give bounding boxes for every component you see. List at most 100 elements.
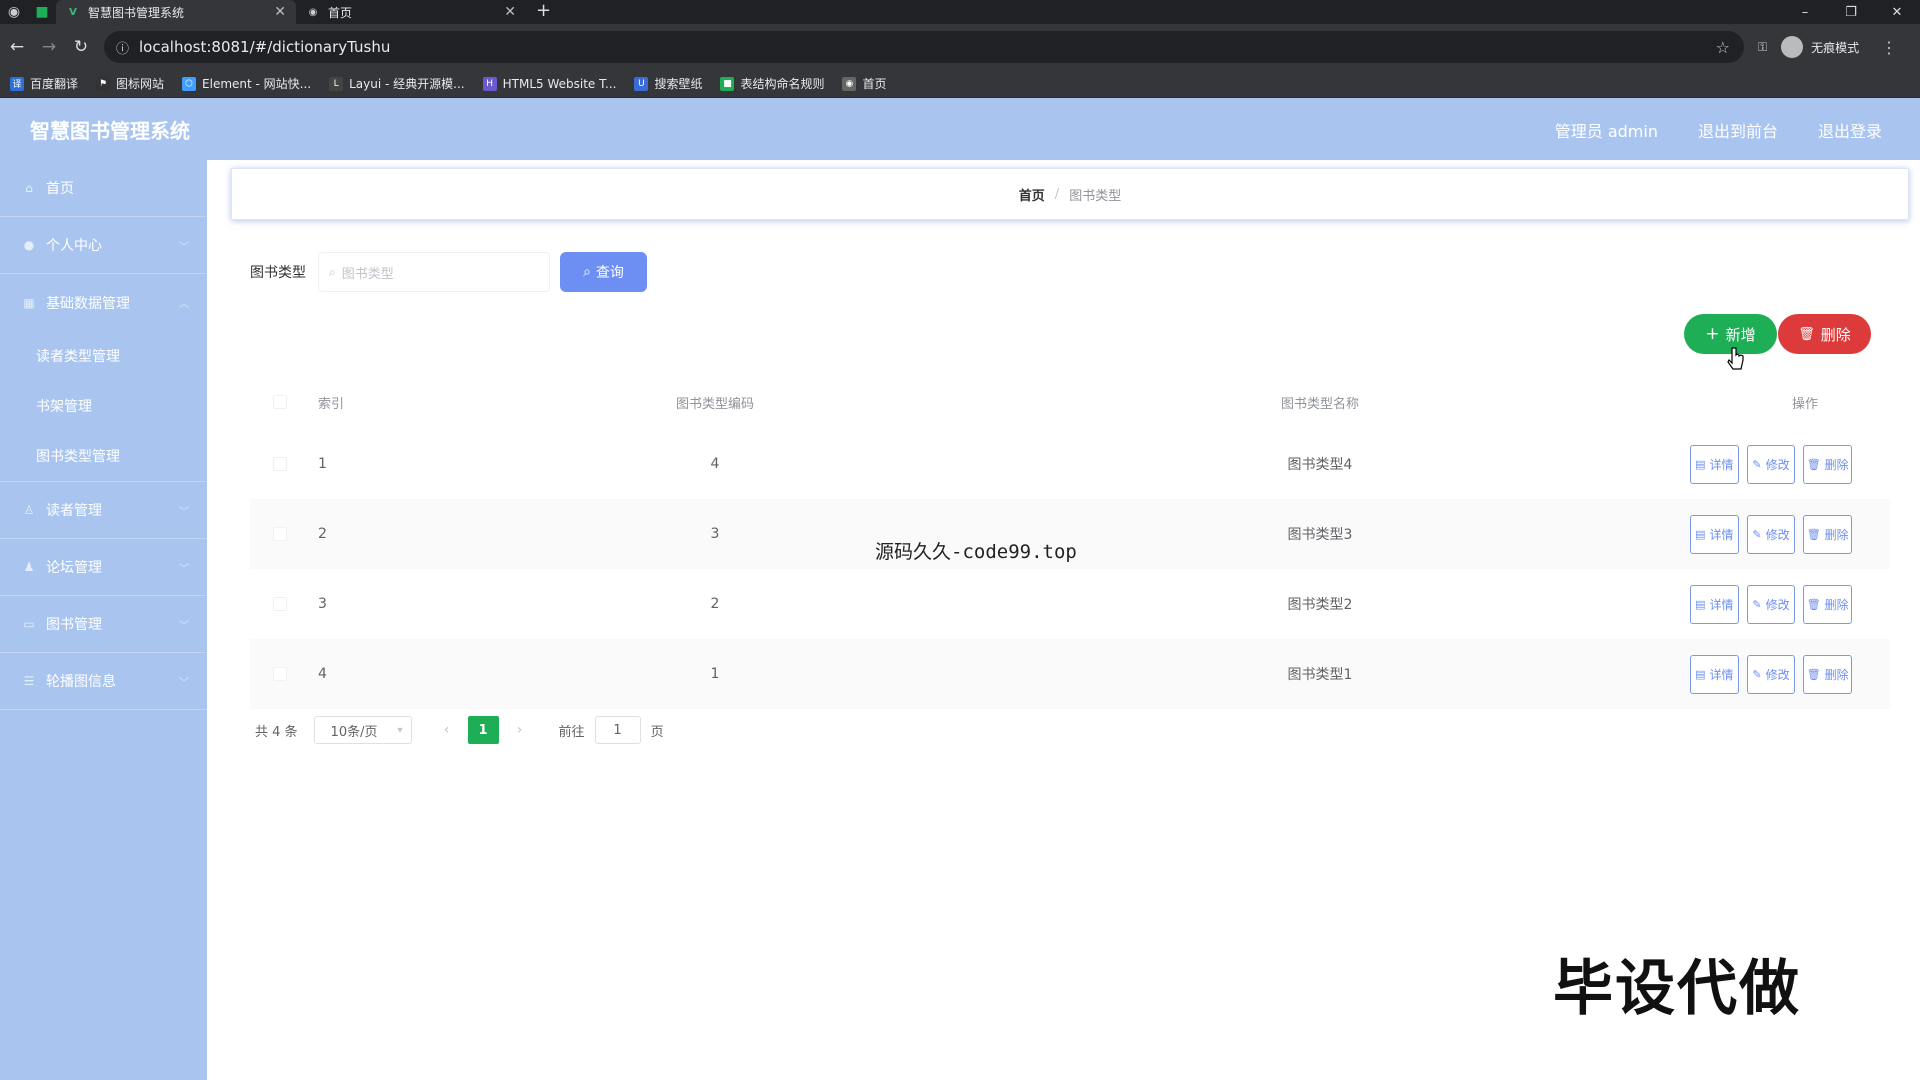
breadcrumb-current: 图书类型 — [1069, 188, 1122, 204]
bookmark-item[interactable]: ⬡ Element - 网站快... — [182, 75, 311, 92]
restore-icon[interactable]: ❐ — [1828, 0, 1874, 24]
sidebar-item-readers[interactable]: ♙ 读者管理 ﹀ — [0, 482, 207, 539]
cell-index: 2 — [318, 526, 327, 542]
forward-arrow-icon[interactable]: → — [34, 32, 64, 62]
sidebar-item-home[interactable]: ⌂ 首页 — [0, 160, 207, 217]
cell-name: 图书类型4 — [1287, 457, 1353, 473]
detail-button[interactable]: ▤ 详情 — [1690, 444, 1739, 484]
watermark-text: 源码久久-code99.top — [875, 541, 1077, 563]
sidebar-item-profile[interactable]: ● 个人中心 ﹀ — [0, 217, 207, 274]
search-button[interactable]: ⌕ 查询 — [560, 252, 647, 292]
url-input[interactable]: ⓘ localhost:8081/#/dictionaryTushu ☆ — [104, 31, 1744, 63]
detail-button[interactable]: ▤ 详情 — [1690, 584, 1739, 624]
bookmark-item[interactable]: 译百度翻译 — [10, 75, 78, 92]
browser-toolbar-right: ⚿ 无痕模式 ⋮ — [1758, 36, 1897, 58]
browser-tab-bar: ◉ ■ V 智慧图书管理系统 ✕ ◉ 首页 ✕ + – ❐ ✕ — [0, 0, 1920, 24]
bookmark-item[interactable]: U 搜索壁纸 — [634, 75, 702, 92]
search-button-label: 查询 — [595, 265, 624, 281]
sidebar-item-base-data[interactable]: ▦ 基础数据管理 ︿ — [0, 274, 207, 331]
globe-icon: ◉ — [842, 76, 857, 91]
trash-icon: 🗑 — [1806, 667, 1821, 681]
new-tab-button[interactable]: + — [526, 0, 561, 24]
row-checkbox[interactable] — [273, 527, 287, 541]
trash-icon: 🗑 — [1806, 527, 1821, 541]
browser-tab-inactive[interactable]: ◉ 首页 ✕ — [296, 0, 526, 24]
row-checkbox[interactable] — [273, 597, 287, 611]
key-icon[interactable]: ⚿ — [1758, 40, 1767, 55]
cell-code: 3 — [710, 526, 720, 542]
search-input[interactable]: ⌕ 图书类型 — [318, 252, 550, 292]
window-controls: – ❐ ✕ — [1782, 0, 1920, 24]
bookmark-item[interactable]: ◉ 首页 — [842, 75, 887, 92]
batch-delete-button[interactable]: 🗑 删除 — [1778, 314, 1871, 354]
bookmark-item[interactable]: L Layui - 经典开源模... — [329, 75, 465, 92]
delete-label: 删除 — [1824, 527, 1849, 542]
chevron-down-icon: ﹀ — [179, 506, 189, 518]
bookmark-item[interactable]: ■ 表结构命名规则 — [720, 75, 824, 92]
edit-button[interactable]: ✎ 修改 — [1746, 654, 1796, 694]
page-number-active[interactable]: 1 — [467, 716, 499, 744]
bookmark-item[interactable]: ⚑ 图标网站 — [96, 75, 164, 92]
minimize-icon[interactable]: – — [1782, 0, 1828, 24]
submenu-item-bookshelf[interactable]: 书架管理 — [0, 381, 207, 431]
chevron-down-icon: ﹀ — [179, 677, 189, 689]
sidebar-item-carousel[interactable]: ☰ 轮播图信息 ﹀ — [0, 653, 207, 710]
prev-page-button[interactable]: ‹ — [432, 716, 462, 744]
bookmark-icon: H — [482, 76, 497, 91]
sidebar-item-label: 基础数据管理 — [46, 295, 130, 312]
incognito-icon[interactable] — [1781, 36, 1804, 58]
green-app-icon[interactable]: ■ — [28, 0, 56, 24]
bookmark-star-icon[interactable]: ☆ — [1716, 38, 1730, 57]
sidebar-item-forum[interactable]: ♟ 论坛管理 ﹀ — [0, 539, 207, 596]
close-tab-icon[interactable]: ✕ — [504, 4, 516, 20]
delete-button[interactable]: 🗑 删除 — [1803, 514, 1853, 554]
bookmark-label: 搜索壁纸 — [654, 77, 703, 91]
user-icon: ● — [23, 238, 35, 252]
search-row: 图书类型 ⌕ 图书类型 ⌕ 查询 — [250, 252, 647, 292]
edit-button[interactable]: ✎ 修改 — [1746, 444, 1796, 484]
edit-button[interactable]: ✎ 修改 — [1746, 584, 1796, 624]
logout-link[interactable]: 退出登录 — [1818, 118, 1882, 142]
delete-label: 删除 — [1824, 667, 1849, 682]
search-icon: ⌕ — [329, 264, 336, 279]
edit-label: 修改 — [1765, 527, 1790, 542]
home-icon: ⌂ — [25, 181, 33, 195]
header-right: 管理员 admin 退出到前台 退出登录 — [1515, 118, 1882, 142]
next-page-button[interactable]: › — [505, 716, 535, 744]
close-window-icon[interactable]: ✕ — [1874, 0, 1920, 24]
bookmark-item[interactable]: H HTML5 Website T... — [482, 76, 616, 91]
row-checkbox[interactable] — [273, 667, 287, 681]
pencil-icon: ✎ — [1752, 667, 1762, 681]
reload-icon[interactable]: ↻ — [66, 32, 96, 62]
browser-menu-icon[interactable]: ⋮ — [1881, 38, 1897, 57]
close-tab-icon[interactable]: ✕ — [274, 4, 286, 20]
detail-button[interactable]: ▤ 详情 — [1690, 654, 1739, 694]
breadcrumb-separator: / — [1054, 186, 1060, 202]
submenu-item-reader-type[interactable]: 读者类型管理 — [0, 331, 207, 381]
delete-button[interactable]: 🗑 删除 — [1803, 654, 1853, 694]
back-to-front-link[interactable]: 退出到前台 — [1698, 118, 1778, 142]
sidebar-item-label: 轮播图信息 — [46, 674, 116, 690]
goto-page-input[interactable]: 1 — [594, 716, 641, 744]
bookmark-label: 表结构命名规则 — [740, 77, 825, 91]
select-all-checkbox[interactable] — [273, 395, 287, 409]
sidebar-item-books[interactable]: ▭ 图书管理 ﹀ — [0, 596, 207, 653]
info-icon[interactable]: ⓘ — [116, 38, 129, 57]
plus-icon: + — [1705, 324, 1720, 344]
row-checkbox[interactable] — [273, 457, 287, 471]
delete-button-label: 删除 — [1820, 325, 1851, 344]
browser-tab-active[interactable]: V 智慧图书管理系统 ✕ — [56, 0, 296, 24]
globe-icon: ◉ — [308, 6, 318, 18]
browser-icon[interactable]: ◉ — [0, 0, 28, 24]
detail-button[interactable]: ▤ 详情 — [1690, 514, 1739, 554]
submenu-item-book-type[interactable]: 图书类型管理 — [0, 431, 207, 481]
back-arrow-icon[interactable]: ← — [2, 32, 32, 62]
search-placeholder: 图书类型 — [341, 266, 394, 282]
delete-button[interactable]: 🗑 删除 — [1803, 584, 1853, 624]
page-size-select[interactable]: 10条/页 ▾ — [313, 716, 412, 744]
edit-button[interactable]: ✎ 修改 — [1746, 514, 1796, 554]
delete-button[interactable]: 🗑 删除 — [1803, 444, 1853, 484]
breadcrumb-home[interactable]: 首页 — [1019, 185, 1045, 204]
chevron-down-icon: ﹀ — [179, 241, 189, 253]
profile-label[interactable]: 无痕模式 — [1811, 39, 1859, 56]
